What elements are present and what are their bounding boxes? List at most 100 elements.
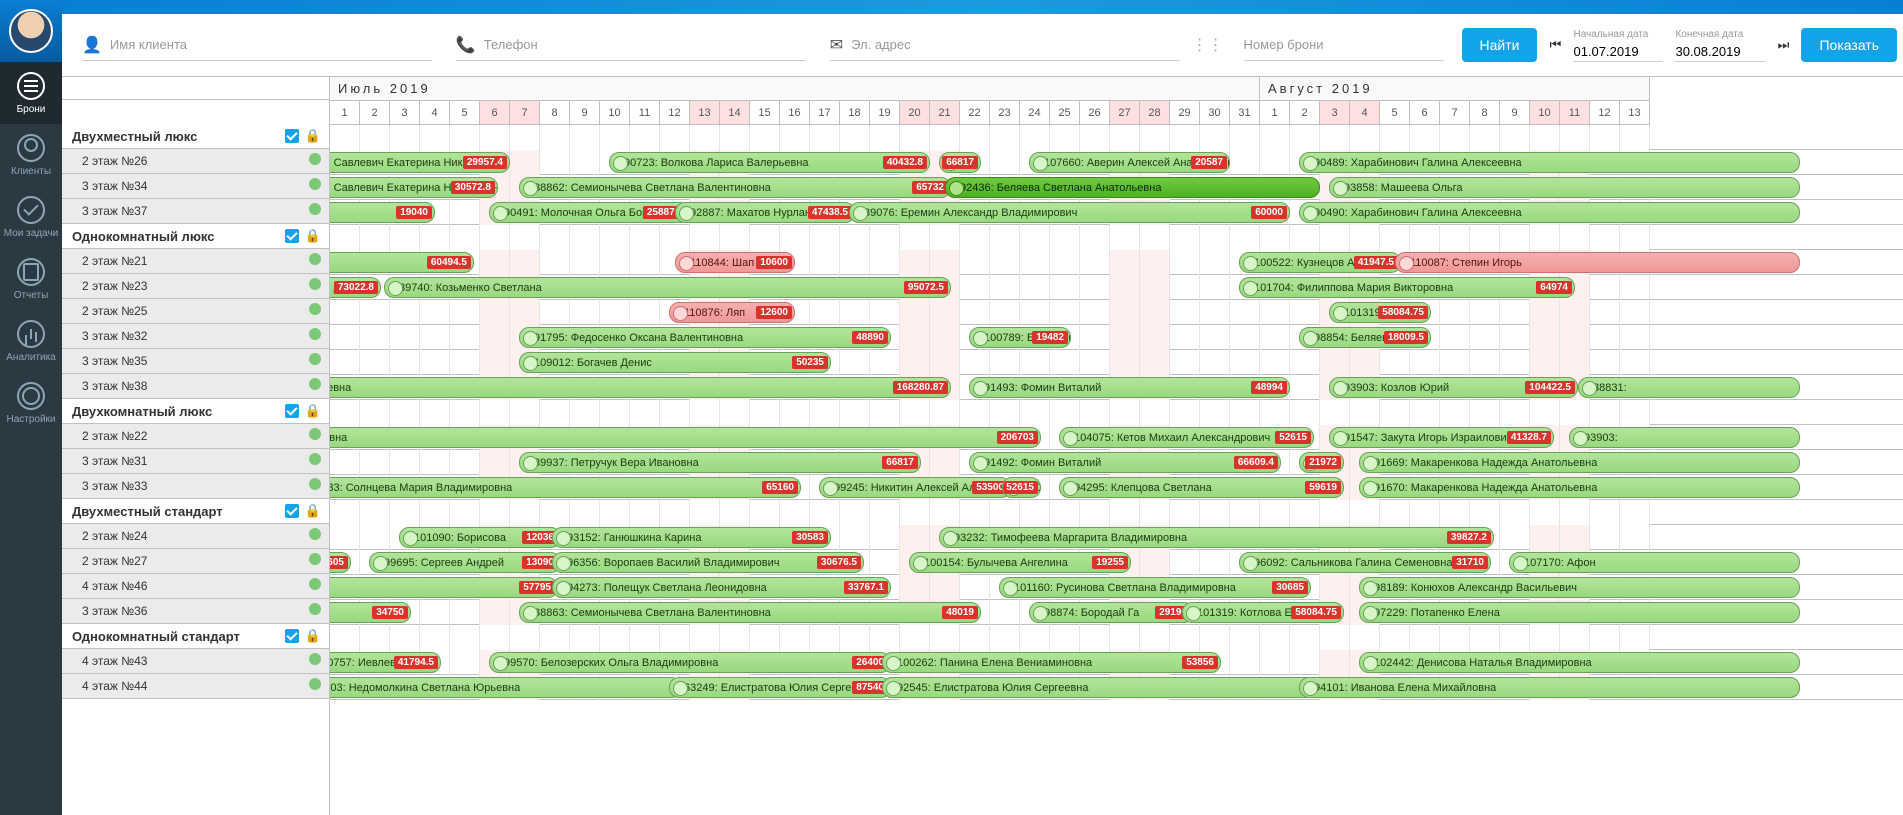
booking-bar[interactable]: 89076: Еремин Александр Владимирович6000… [849, 202, 1290, 223]
booking-bar[interactable]: 110876: Ляп12600 [669, 302, 795, 323]
grid-room-row[interactable]: 100757: Иевлева41794.599570: Белозерских… [330, 650, 1903, 675]
room-row[interactable]: 3 этаж №33 [62, 474, 329, 499]
category-row[interactable]: Однокомнатный стандарт🔒 [62, 624, 329, 649]
phone-input[interactable] [484, 37, 806, 52]
category-row[interactable]: Двухместный стандарт🔒 [62, 499, 329, 524]
room-row[interactable]: 3 этаж №36 [62, 599, 329, 624]
avatar[interactable] [0, 0, 62, 62]
booking-bar[interactable]: 93232: Тимофеева Маргарита Владимировна3… [939, 527, 1494, 548]
booking-bar[interactable]: 93858: Машеева Ольга [1329, 177, 1800, 198]
booking-bar[interactable]: 90490: Харабинович Галина Алексеевна [1299, 202, 1800, 223]
booking-bar[interactable]: 94101: Иванова Елена Михайловна [1299, 677, 1800, 698]
room-row[interactable]: 3 этаж №31 [62, 449, 329, 474]
booking-bar[interactable]: 899366817 [939, 152, 981, 173]
grid-room-row[interactable]: сана1904090491: Молочная Ольга Борис2588… [330, 200, 1903, 225]
booking-bar[interactable]: 90491: Молочная Ольга Борис25887.6 [489, 202, 690, 223]
start-date-input[interactable] [1573, 42, 1663, 62]
booking-bar[interactable]: на Евгеньевна206703 [258, 427, 1041, 448]
booking-bar[interactable]: 109012: Богачев Денис50235 [519, 352, 831, 373]
nav-reports[interactable]: Отчеты [0, 248, 62, 310]
end-date-input[interactable] [1675, 42, 1765, 62]
room-row[interactable]: 4 этаж №44 [62, 674, 329, 699]
booking-bar[interactable]: 94295: Клепцова Светлана59619 [1059, 477, 1344, 498]
booking-bar[interactable]: 89937: Петручук Вера Ивановна66817 [519, 452, 921, 473]
booking-bar[interactable]: 101160: Русинова Светлана Владимировна30… [999, 577, 1311, 598]
booking-bar[interactable]: 94273: Полещук Светлана Леонидовна33767.… [552, 577, 891, 598]
booking-bar[interactable]: 100721972 [1299, 452, 1344, 473]
booking-bar[interactable]: 90723: Волкова Лариса Валерьевна40432.8 [609, 152, 930, 173]
grid-room-row[interactable]: 1491: Савлевич Екатерина Николаевна30572… [330, 175, 1903, 200]
grid-room-row[interactable]: 1500: Долгице73022.889740: Козьменко Све… [330, 275, 1903, 300]
booking-bar[interactable]: 96092: Сальникова Галина Семеновна31710 [1239, 552, 1491, 573]
grid-room-row[interactable]: 109012: Богачев Денис50235 [330, 350, 1903, 375]
booking-bar[interactable]: 91547: Закута Игорь Израилович41328.7 [1329, 427, 1554, 448]
booking-bar[interactable]: 88833: Солнцева Мария Владимировна65160 [294, 477, 801, 498]
room-row[interactable]: 3 этаж №38 [62, 374, 329, 399]
category-row[interactable]: Двухместный люкс🔒 [62, 124, 329, 149]
room-row[interactable]: 2 этаж №26 [62, 149, 329, 174]
nav-analytics[interactable]: Аналитика [0, 310, 62, 372]
checkbox-icon[interactable] [285, 229, 299, 243]
grid-room-row[interactable]: 1495: Савлевич Екатерина Николаевна29957… [330, 150, 1903, 175]
booking-bar[interactable]: 93903: Козлов Юрий104422.5 [1329, 377, 1578, 398]
room-row[interactable]: 2 этаж №25 [62, 299, 329, 324]
booking-bar[interactable]: 91903: Недомолкина Светлана Юрьевна [297, 677, 681, 698]
booking-bar[interactable]: 99245: Никитин Алексей Алексеевич53500 [819, 477, 1011, 498]
booking-bar[interactable]: 93903: [1569, 427, 1800, 448]
lock-icon[interactable]: 🔒 [305, 403, 321, 419]
next-page-button[interactable]: ⏭ [1771, 33, 1795, 57]
booking-bar[interactable]: ья Григорьевна168280.87 [258, 377, 951, 398]
client-name-input[interactable] [110, 37, 432, 52]
room-row[interactable]: 2 этаж №27 [62, 549, 329, 574]
booking-bar[interactable]: 100154: Булычева Ангелина19255 [909, 552, 1131, 573]
booking-bar[interactable]: 63249: Елистратова Юлия Сергеевна87540 [669, 677, 891, 698]
lock-icon[interactable]: 🔒 [305, 503, 321, 519]
grid-room-row[interactable]: 4660599695: Сергеев Андрей1309096356: Во… [330, 550, 1903, 575]
grid-room-row[interactable]: ья Григорьевна168280.8791493: Фомин Вита… [330, 375, 1903, 400]
grid-room-row[interactable]: 41591795: Федосенко Оксана Валентиновна4… [330, 325, 1903, 350]
booking-bar[interactable]: 88863: Семионычева Светлана Валентиновна… [519, 602, 981, 623]
room-row[interactable]: 3 этаж №37 [62, 199, 329, 224]
booking-bar[interactable]: 110844: Шап10600 [675, 252, 795, 273]
booking-bar[interactable]: 96356: Воропаев Василий Владимирович3067… [552, 552, 864, 573]
grid-room-row[interactable]: 4.591903: Недомолкина Светлана Юрьевна63… [330, 675, 1903, 700]
booking-bar[interactable]: 91493: Фомин Виталий48994 [969, 377, 1290, 398]
booking-bar[interactable]: 98874: Бородай Га29190 [1029, 602, 1194, 623]
booking-bar[interactable]: 91670: Макаренкова Надежда Анатольевна [1359, 477, 1800, 498]
booking-number-input[interactable] [1244, 37, 1444, 52]
find-button[interactable]: Найти [1462, 28, 1538, 62]
grid-room-row[interactable]: 88833: Солнцева Мария Владимировна651609… [330, 475, 1903, 500]
booking-bar[interactable]: 88831: [1578, 377, 1800, 398]
lock-icon[interactable]: 🔒 [305, 228, 321, 244]
booking-bar[interactable]: 101090: Борисова12036 [399, 527, 561, 548]
nav-settings[interactable]: Настройки [0, 372, 62, 434]
category-row[interactable]: Двухкомнатный люкс🔒 [62, 399, 329, 424]
booking-bar[interactable]: 89740: Козьменко Светлана95072.5 [384, 277, 951, 298]
booking-bar[interactable]: 100789: Богданов19482 [969, 327, 1071, 348]
show-button[interactable]: Показать [1801, 28, 1897, 62]
booking-bar[interactable]: 88862: Семионычева Светлана Валентиновна… [519, 177, 951, 198]
checkbox-icon[interactable] [285, 629, 299, 643]
booking-bar[interactable]: 101319: Котлов58084.75 [1329, 302, 1431, 323]
grid-room-row[interactable]: 3475088863: Семионычева Светлана Валенти… [330, 600, 1903, 625]
booking-bar[interactable]: 104052615 [1002, 477, 1041, 498]
booking-bar[interactable]: 100262: Панина Елена Вениаминовна53856 [882, 652, 1221, 673]
room-row[interactable]: 3 этаж №32 [62, 324, 329, 349]
booking-bar[interactable]: 99570: Белозерских Ольга Владимировна264… [489, 652, 891, 673]
booking-bar[interactable]: 92436: Беляева Светлана Анатольевна [945, 177, 1320, 198]
booking-bar[interactable]: 92887: Махатов Нурлан Баки47438.5 [675, 202, 855, 223]
booking-bar[interactable]: 93152: Ганюшкина Карина30583 [552, 527, 831, 548]
grid-room-row[interactable]: 110876: Ляп12600 101319: Котлов58084.75 [330, 300, 1903, 325]
room-row[interactable]: 2 этаж №22 [62, 424, 329, 449]
booking-bar[interactable]: 100522: Кузнецов Андрей Сергееви41947.5 [1239, 252, 1401, 273]
booking-bar[interactable]: 101704: Филиппова Мария Викторовна64974 [1239, 277, 1575, 298]
booking-bar[interactable]: 97229: Потапенко Елена [1359, 602, 1800, 623]
grid-room-row[interactable]: 60494.5110844: Шап10600100522: Кузнецов … [330, 250, 1903, 275]
booking-bar[interactable]: 91795: Федосенко Оксана Валентиновна4889… [519, 327, 891, 348]
booking-bar[interactable]: 99695: Сергеев Андрей13090 [369, 552, 561, 573]
room-row[interactable]: 4 этаж №43 [62, 649, 329, 674]
grid-room-row[interactable]: 89937: Петручук Вера Ивановна6681791492:… [330, 450, 1903, 475]
booking-bar[interactable]: 110087: Степин Игорь [1395, 252, 1800, 273]
room-row[interactable]: 2 этаж №21 [62, 249, 329, 274]
lock-icon[interactable]: 🔒 [305, 628, 321, 644]
